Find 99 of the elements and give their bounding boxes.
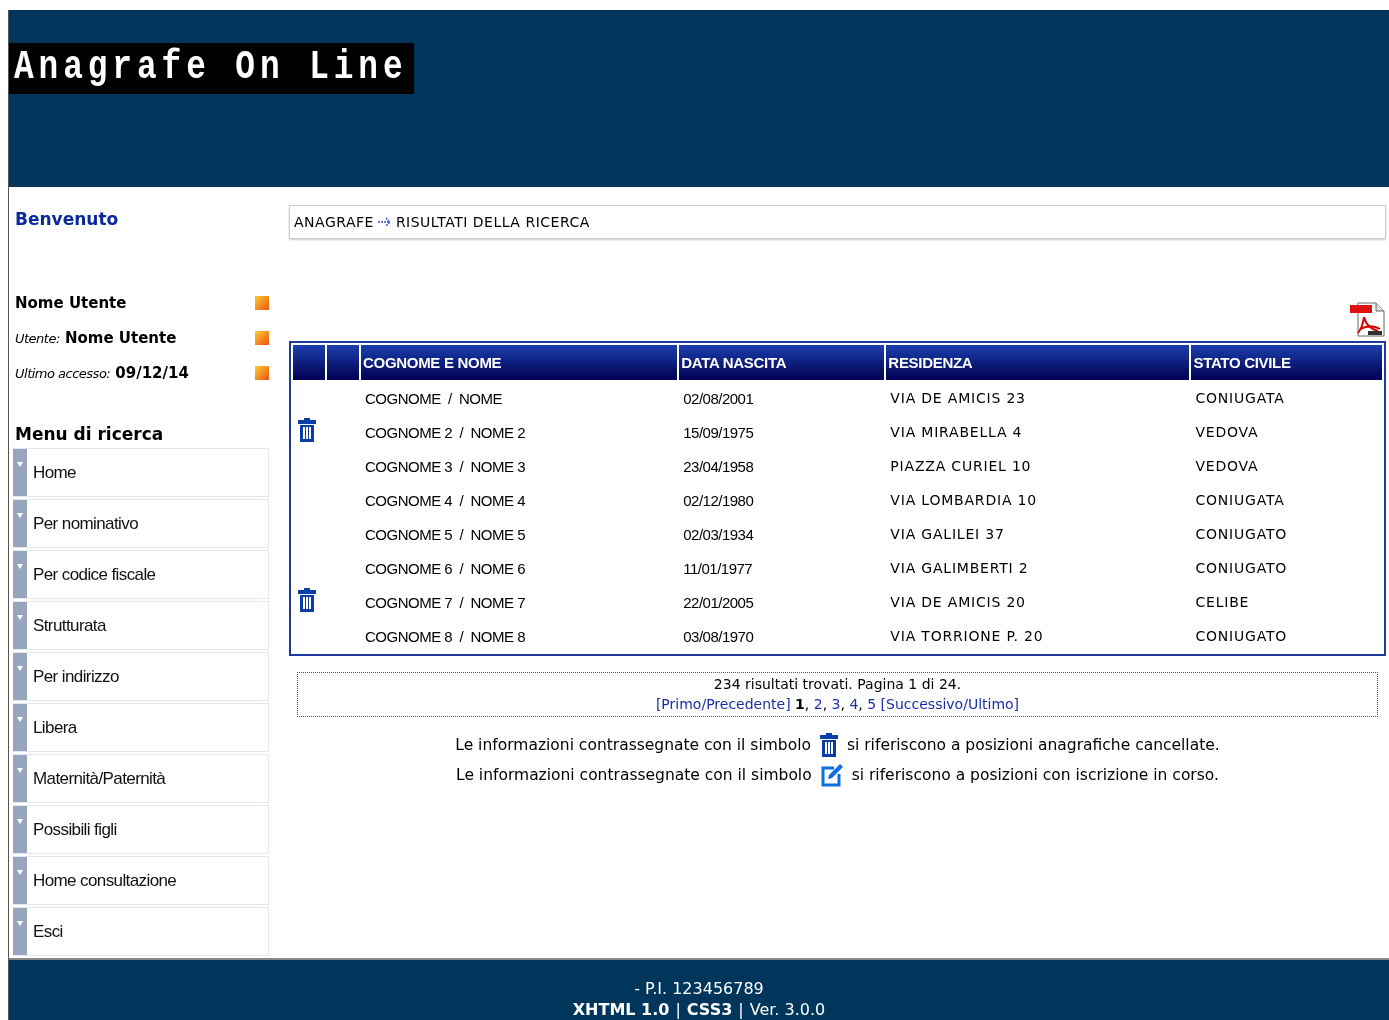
separator: , <box>804 696 810 712</box>
table-cell-text: VIA GALILEI 37 <box>889 525 1006 544</box>
column-header <box>293 345 325 380</box>
table-cell-text: VIA DE AMICIS 20 <box>889 593 1027 612</box>
column-header: RESIDENZA <box>886 345 1190 380</box>
info-label: Utente: <box>15 331 60 346</box>
table-cell-text: CONIUGATO <box>1194 627 1289 646</box>
square-icon[interactable] <box>255 330 269 345</box>
table-cell-text: 02/08/2001 <box>682 388 755 409</box>
menu-item[interactable]: Libera <box>13 703 269 752</box>
table-cell-text: CONIUGATA <box>1194 389 1286 408</box>
footer-text: | <box>738 999 744 1020</box>
table-cell-text: COGNOME 4 / NOME 4 <box>364 490 527 511</box>
column-header: STATO CIVILE <box>1191 345 1382 380</box>
arrow-icon <box>377 217 392 227</box>
column-header: COGNOME E NOME <box>361 345 678 380</box>
table-cell-text: CONIUGATO <box>1194 525 1289 544</box>
prev-link[interactable]: [Primo/Precedente] <box>655 696 791 712</box>
page-link[interactable]: 3 <box>831 696 841 712</box>
footer-text: - P.I. 123456789 <box>633 978 765 999</box>
menu-item[interactable]: Esci <box>13 907 269 956</box>
menu-item[interactable]: Maternità/Paternità <box>13 754 269 803</box>
table-cell-text: 22/01/2005 <box>682 592 755 613</box>
table-cell-text: VIA GALIMBERTI 2 <box>889 559 1030 578</box>
breadcrumb-item[interactable]: ANAGRAFE <box>294 214 374 230</box>
info-value: Nome Utente <box>15 294 127 312</box>
table-cell-text: 02/03/1934 <box>682 524 755 545</box>
column-header <box>327 345 359 380</box>
table-cell-text: COGNOME 7 / NOME 7 <box>364 592 527 613</box>
legend-text: Le informazioni contrassegnate con il simbolo <box>456 766 812 784</box>
table-cell-text: COGNOME 3 / NOME 3 <box>364 456 527 477</box>
menu-item[interactable]: Per nominativo <box>13 499 269 548</box>
footer-text: CSS3 <box>686 999 733 1020</box>
table-cell-text: VEDOVA <box>1194 457 1260 476</box>
results-summary: 234 risultati trovati. Pagina 1 di 24. <box>712 675 963 694</box>
info-value: 09/12/14 <box>115 364 189 382</box>
table-cell-text: 23/04/1958 <box>682 456 755 477</box>
triangle-icon <box>17 768 23 773</box>
table-cell-text: 11/01/1977 <box>682 558 754 579</box>
triangle-icon <box>17 513 23 518</box>
separator: , <box>822 696 828 712</box>
table-cell-text: 02/12/1980 <box>682 490 755 511</box>
footer-text: XHTML 1.0 <box>572 999 670 1020</box>
table-cell-text: VIA MIRABELLA 4 <box>889 423 1024 442</box>
edit-icon <box>819 763 844 787</box>
table-cell-text: CONIUGATA <box>1194 491 1286 510</box>
legend-text: si riferiscono a posizioni anagrafiche cancellate. <box>846 736 1220 754</box>
legend-text: Le informazioni contrassegnate con il simbolo <box>455 736 811 754</box>
page-link[interactable]: 4 <box>849 696 859 712</box>
trash-icon <box>297 418 317 442</box>
separator: , <box>840 696 845 712</box>
table-cell-text: VIA LOMBARDIA 10 <box>889 491 1038 510</box>
table-cell-text: COGNOME 5 / NOME 5 <box>364 524 527 545</box>
square-icon[interactable] <box>255 295 269 310</box>
trash-icon <box>297 588 317 612</box>
footer-text: Ver. 3.0.0 <box>749 999 826 1020</box>
welcome-title: Benvenuto <box>15 209 120 229</box>
table-cell-text: COGNOME / NOME <box>364 388 503 409</box>
triangle-icon <box>17 921 23 926</box>
table-cell-text: PIAZZA CURIEL 10 <box>889 457 1033 476</box>
square-icon[interactable] <box>255 365 269 380</box>
menu-item[interactable]: Per indirizzo <box>13 652 269 701</box>
info-label: Ultimo accesso: <box>15 366 111 381</box>
legend-text: si riferiscono a posizioni con iscrizione in corso. <box>851 766 1219 784</box>
page-link[interactable]: 5 <box>867 696 877 712</box>
menu-item[interactable]: Home <box>13 448 269 497</box>
column-header: DATA NASCITA <box>679 345 885 380</box>
menu-item[interactable]: Strutturata <box>13 601 269 650</box>
table-cell-text: COGNOME 6 / NOME 6 <box>364 558 527 579</box>
table-cell-text: 03/08/1970 <box>682 626 755 647</box>
next-link[interactable]: [Successivo/Ultimo] <box>880 696 1020 712</box>
menu-item[interactable]: Per codice fiscale <box>13 550 269 599</box>
footer-text: | <box>675 999 681 1020</box>
menu-item[interactable]: Home consultazione <box>13 856 269 905</box>
trash-icon <box>818 733 839 757</box>
table-cell-text: CELIBE <box>1194 593 1251 612</box>
menu-item[interactable]: Possibili figli <box>13 805 269 854</box>
separator: , <box>858 696 863 712</box>
pdf-icon[interactable] <box>1350 301 1386 337</box>
page-link[interactable]: 1 <box>795 696 805 712</box>
logo: Anagrafe On Line <box>9 43 415 94</box>
table-cell-text: CONIUGATO <box>1194 559 1289 578</box>
page-link[interactable]: 2 <box>813 696 823 712</box>
triangle-icon <box>17 615 23 620</box>
table-cell-text: COGNOME 2 / NOME 2 <box>364 422 527 443</box>
table-cell-text: VEDOVA <box>1194 423 1260 442</box>
triangle-icon <box>17 717 23 722</box>
info-value: Nome Utente <box>64 329 177 347</box>
triangle-icon <box>17 462 23 467</box>
table-cell-text: VIA DE AMICIS 23 <box>889 389 1027 408</box>
menu-title: Menu di ricerca <box>15 424 165 444</box>
breadcrumb-item: RISULTATI DELLA RICERCA <box>395 214 590 230</box>
table-cell-text: COGNOME 8 / NOME 8 <box>364 626 527 647</box>
triangle-icon <box>17 870 23 875</box>
triangle-icon <box>17 564 23 569</box>
triangle-icon <box>17 819 23 824</box>
triangle-icon <box>17 666 23 671</box>
table-cell-text: 15/09/1975 <box>682 422 755 443</box>
table-cell-text: VIA TORRIONE P. 20 <box>889 627 1045 646</box>
